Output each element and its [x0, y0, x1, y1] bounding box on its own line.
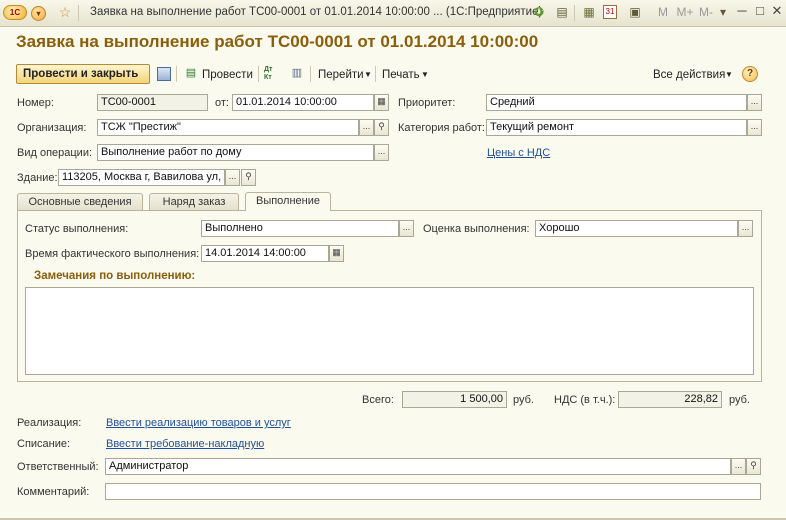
status-label: Статус выполнения:	[25, 223, 129, 235]
post-and-close-button[interactable]: Провести и закрыть	[16, 64, 150, 84]
comment-field[interactable]	[105, 483, 761, 500]
all-actions-chevron-down-icon[interactable]: ▼	[725, 67, 733, 83]
date-calendar-icon[interactable]: ▦	[374, 94, 389, 111]
clipboard-icon[interactable]: ▣	[626, 3, 644, 21]
memory-m-minus-button[interactable]: M-	[695, 3, 717, 21]
goto-chevron-down-icon[interactable]: ▼	[364, 67, 372, 83]
save-disk-icon[interactable]	[157, 67, 171, 81]
date-field[interactable]: 01.01.2014 10:00:00	[232, 94, 374, 111]
number-field[interactable]: ТС00-0001	[97, 94, 208, 111]
print-menu[interactable]: Печать	[382, 67, 420, 83]
tab-work-order[interactable]: Наряд заказ	[149, 193, 239, 211]
title-separator-2	[574, 5, 575, 21]
vat-field: 228,82	[618, 391, 722, 408]
document-window: 1С ▾ ☆ Заявка на выполнение работ ТС00-0…	[0, 0, 786, 520]
all-actions-menu[interactable]: Все действия	[653, 67, 725, 83]
total-field: 1 500,00	[402, 391, 507, 408]
responsible-ellipsis-icon[interactable]: ...	[731, 458, 746, 475]
writeoff-link[interactable]: Ввести требование-накладную	[106, 437, 264, 451]
responsible-label: Ответственный:	[17, 461, 99, 473]
organization-search-icon[interactable]: ⚲	[374, 119, 389, 136]
actual-time-calendar-icon[interactable]: ▦	[329, 245, 344, 262]
realization-link[interactable]: Ввести реализацию товаров и услуг	[106, 416, 291, 430]
total-currency-label: руб.	[513, 394, 534, 406]
toolbar-separator	[375, 66, 376, 82]
page-title: Заявка на выполнение работ ТС00-0001 от …	[16, 32, 539, 51]
minimize-button[interactable]: ─	[733, 3, 751, 18]
more-chevron-down-icon[interactable]: ▾	[716, 3, 730, 21]
title-bar: 1С ▾ ☆ Заявка на выполнение работ ТС00-0…	[0, 0, 786, 27]
work-category-label: Категория работ:	[398, 122, 485, 134]
priority-label: Приоритет:	[398, 97, 456, 109]
print-chevron-down-icon[interactable]: ▼	[421, 67, 429, 83]
work-category-ellipsis-icon[interactable]: ...	[747, 119, 762, 136]
memory-m-plus-button[interactable]: M+	[674, 3, 696, 21]
building-search-icon[interactable]: ⚲	[241, 169, 256, 186]
post-button[interactable]: Провести	[202, 67, 253, 83]
title-separator	[78, 5, 79, 21]
prices-vat-link[interactable]: Цены с НДС	[487, 146, 550, 160]
operation-type-field[interactable]: Выполнение работ по дому	[97, 144, 374, 161]
operation-type-ellipsis-icon[interactable]: ...	[374, 144, 389, 161]
responsible-search-icon[interactable]: ⚲	[746, 458, 761, 475]
toolbar-separator	[310, 66, 311, 82]
calendar-icon[interactable]: 31	[603, 5, 617, 19]
building-label: Здание:	[17, 172, 58, 184]
help-question-icon[interactable]: ?	[742, 66, 758, 82]
tab-main-info[interactable]: Основные сведения	[17, 193, 143, 211]
responsible-field[interactable]: Администратор	[105, 458, 731, 475]
organization-field[interactable]: ТСЖ "Престиж"	[97, 119, 359, 136]
number-label: Номер:	[17, 97, 54, 109]
toolbar-separator	[258, 66, 259, 82]
remarks-title: Замечания по выполнению:	[34, 270, 196, 282]
post-document-icon[interactable]: ▤	[184, 66, 198, 80]
status-ellipsis-icon[interactable]: ...	[399, 220, 414, 237]
work-category-field[interactable]: Текущий ремонт	[486, 119, 747, 136]
1c-logo-icon[interactable]: 1С	[3, 5, 27, 20]
report-icon[interactable]: ▥	[290, 66, 304, 80]
maximize-button[interactable]: □	[751, 3, 769, 18]
vat-currency-label: руб.	[729, 394, 750, 406]
building-field[interactable]: 113205, Москва г, Вавилова ул,	[58, 169, 225, 186]
main-menu-chevron-down-icon[interactable]: ▾	[31, 6, 46, 21]
realization-label: Реализация:	[17, 417, 82, 429]
window-title: Заявка на выполнение работ ТС00-0001 от …	[90, 6, 543, 18]
remarks-textarea[interactable]	[25, 287, 754, 375]
comment-label: Комментарий:	[17, 486, 90, 498]
toolbar-separator	[176, 66, 177, 82]
total-label: Всего:	[362, 394, 394, 406]
tab-execution[interactable]: Выполнение	[245, 192, 331, 211]
forward-star-icon[interactable]: ✪	[530, 3, 548, 21]
vat-label: НДС (в т.ч.):	[554, 394, 616, 406]
priority-ellipsis-icon[interactable]: ...	[747, 94, 762, 111]
rating-field[interactable]: Хорошо	[535, 220, 738, 237]
status-field[interactable]: Выполнено	[201, 220, 399, 237]
memory-m-button[interactable]: M	[654, 3, 672, 21]
operation-type-label: Вид операции:	[17, 147, 93, 159]
writeoff-label: Списание:	[17, 438, 71, 450]
calculator-icon[interactable]: ▦	[580, 3, 598, 21]
rating-label: Оценка выполнения:	[423, 223, 530, 235]
link-doc-icon[interactable]: ▤	[553, 3, 571, 21]
date-label: от:	[215, 97, 229, 109]
actual-time-label: Время фактического выполнения:	[25, 248, 200, 260]
actual-time-field[interactable]: 14.01.2014 14:00:00	[201, 245, 329, 262]
rating-ellipsis-icon[interactable]: ...	[738, 220, 753, 237]
building-ellipsis-icon[interactable]: ...	[225, 169, 240, 186]
dt-kt-icon[interactable]: Дт Кт	[264, 66, 282, 82]
organization-label: Организация:	[17, 122, 87, 134]
star-icon[interactable]: ☆	[56, 3, 74, 21]
organization-ellipsis-icon[interactable]: ...	[359, 119, 374, 136]
close-button[interactable]: ✕	[768, 3, 786, 19]
goto-menu[interactable]: Перейти	[318, 67, 364, 83]
priority-field[interactable]: Средний	[486, 94, 747, 111]
